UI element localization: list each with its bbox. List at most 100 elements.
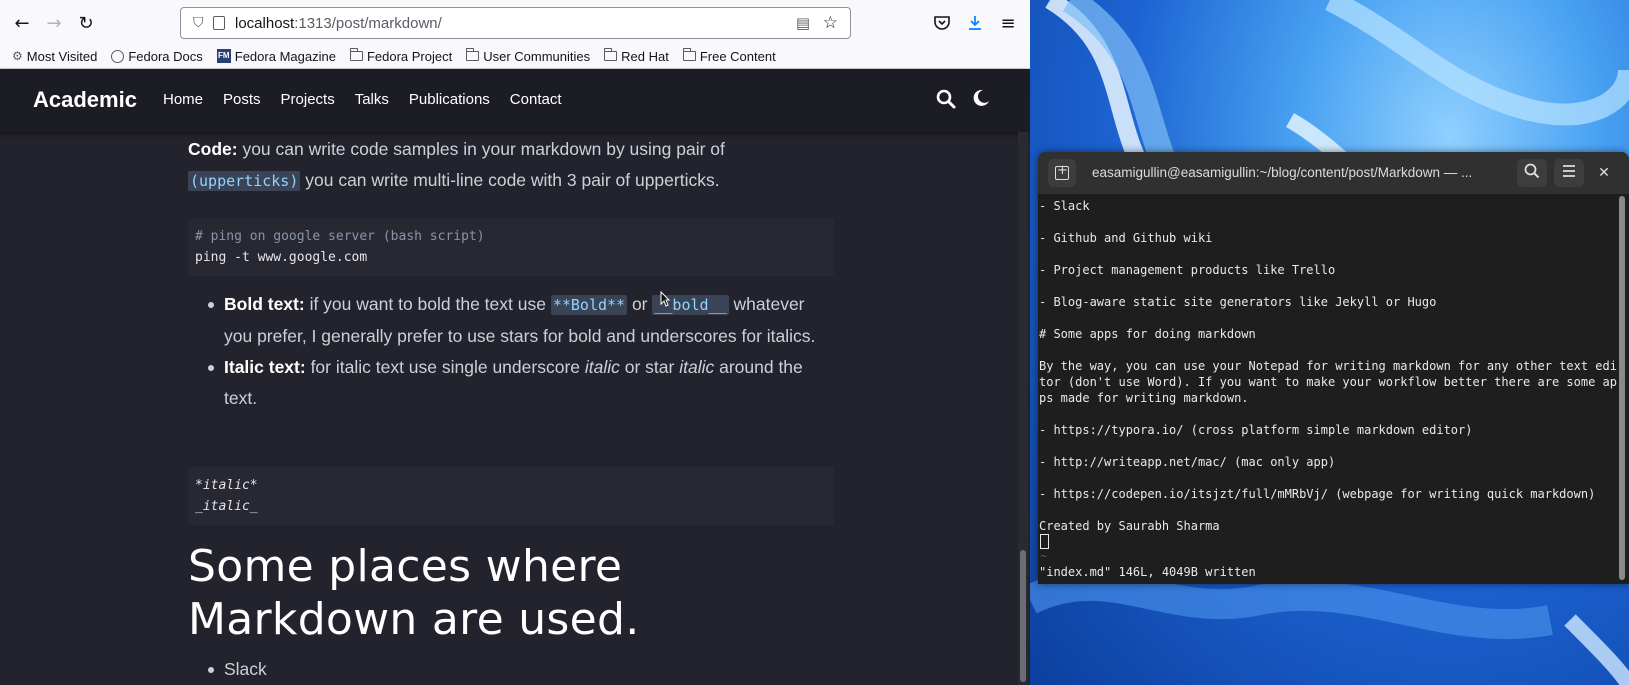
terminal-line: ps made for writing markdown. bbox=[1039, 391, 1249, 405]
download-icon[interactable] bbox=[961, 9, 989, 37]
terminal-line: - Blog-aware static site generators like… bbox=[1039, 295, 1437, 309]
nav-home[interactable]: Home bbox=[163, 91, 203, 108]
code-comment: # ping on google server (bash script) bbox=[195, 229, 485, 244]
bookmark-label: Red Hat bbox=[621, 48, 669, 64]
terminal-search-button[interactable] bbox=[1517, 159, 1547, 187]
terminal-body[interactable]: - Slack - Github and Github wiki - Proje… bbox=[1038, 194, 1618, 584]
hamburger-menu-icon bbox=[1561, 164, 1577, 183]
globe-icon bbox=[111, 49, 125, 63]
reload-icon[interactable]: ↻ bbox=[72, 9, 100, 37]
shield-icon[interactable]: ⛉ bbox=[193, 15, 204, 31]
terminal-scrollbar[interactable] bbox=[1619, 196, 1626, 581]
code-line: ping -t www.google.com bbox=[195, 250, 368, 265]
url-path: :1313/post/markdown/ bbox=[294, 15, 442, 32]
terminal-line: # Some apps for doing markdown bbox=[1039, 327, 1256, 341]
bookmark-label: Most Visited bbox=[26, 48, 98, 64]
folder-icon bbox=[682, 48, 696, 61]
bookmark-label: Fedora Magazine bbox=[234, 48, 336, 64]
inline-code: (upperticks) bbox=[188, 171, 301, 191]
terminal-line: Created by Saurabh Sharma bbox=[1039, 519, 1220, 533]
italic-label: Italic text: bbox=[224, 357, 306, 377]
bookmark-fedora-project[interactable]: Fedora Project bbox=[349, 48, 453, 64]
folder-icon bbox=[604, 48, 618, 61]
vim-tilde: ~ bbox=[1040, 549, 1048, 563]
url-host: localhost bbox=[235, 15, 295, 32]
nav-publications[interactable]: Publications bbox=[409, 91, 490, 108]
terminal-title: easamigullin@easamigullin:~/blog/content… bbox=[1092, 165, 1473, 180]
bookmark-label: Fedora Project bbox=[366, 48, 453, 64]
terminal-headerbar: easamigullin@easamigullin:~/blog/content… bbox=[1038, 152, 1629, 194]
bookmark-red-hat[interactable]: Red Hat bbox=[604, 48, 669, 64]
formatting-list: Bold text: if you want to bold the text … bbox=[188, 289, 834, 414]
gear-icon: ⚙ bbox=[12, 49, 23, 63]
terminal-line: tor (don't use Word). If you want to mak… bbox=[1039, 375, 1617, 389]
bold-text: if you want to bold the text use bbox=[304, 294, 551, 314]
new-tab-icon[interactable] bbox=[1048, 159, 1076, 187]
bookmark-fedora-magazine[interactable]: FM Fedora Magazine bbox=[216, 48, 336, 64]
page-scrollbar-thumb[interactable] bbox=[1020, 550, 1026, 682]
bookmark-label: Free Content bbox=[699, 48, 776, 64]
list-item: Italic text: for italic text use single … bbox=[188, 352, 834, 414]
folder-icon bbox=[466, 48, 480, 61]
mouse-cursor bbox=[660, 290, 671, 307]
vim-status-line: "index.md" 146L, 4049B written bbox=[1039, 565, 1256, 579]
terminal-line: - Project management products like Trell… bbox=[1039, 263, 1336, 277]
terminal-line: - https://typora.io/ (cross platform sim… bbox=[1039, 423, 1473, 437]
folder-icon bbox=[349, 48, 363, 61]
pocket-icon[interactable] bbox=[928, 9, 956, 37]
terminal-line: - https://codepen.io/itsjzt/full/mMRbVj/… bbox=[1039, 487, 1596, 501]
site-navbar: Academic Home Posts Projects Talks Publi… bbox=[0, 69, 1030, 132]
terminal-scrollbar-thumb[interactable] bbox=[1619, 196, 1625, 580]
reader-view-icon[interactable]: ▤ bbox=[796, 14, 810, 32]
back-arrow-icon[interactable]: ← bbox=[8, 9, 36, 37]
nav-projects[interactable]: Projects bbox=[281, 91, 335, 108]
close-icon[interactable]: ✕ bbox=[1594, 163, 1614, 183]
bold-label: Bold text: bbox=[224, 294, 305, 314]
italic-text: or star bbox=[619, 357, 680, 377]
hamburger-menu-icon[interactable]: ≡ bbox=[994, 9, 1022, 37]
browser-toolbar: ← → ↻ ⛉ localhost:1313/post/markdown/ ▤ … bbox=[0, 0, 1030, 69]
page-scrollbar[interactable] bbox=[1018, 132, 1028, 685]
bookmark-user-communities[interactable]: User Communities bbox=[466, 48, 591, 64]
site-nav-links: Home Posts Projects Talks Publications C… bbox=[163, 91, 562, 108]
places-list: Slack bbox=[188, 654, 834, 685]
italic-word: italic bbox=[584, 357, 620, 377]
bookmark-label: User Communities bbox=[483, 48, 591, 64]
fedora-magazine-icon: FM bbox=[216, 49, 231, 63]
terminal-cursor bbox=[1040, 534, 1049, 549]
code-text-2: you can write multi-line code with 3 pai… bbox=[300, 170, 720, 190]
terminal-line: - Slack bbox=[1039, 199, 1090, 213]
section-heading: Some places where Markdown are used. bbox=[188, 541, 640, 645]
terminal-menu-button[interactable] bbox=[1554, 159, 1584, 187]
url-text[interactable]: localhost:1313/post/markdown/ bbox=[235, 15, 442, 32]
bold-or: or bbox=[627, 294, 653, 314]
code-line: *italic* bbox=[195, 478, 258, 493]
search-icon[interactable] bbox=[936, 89, 956, 109]
code-text-1: you can write code samples in your markd… bbox=[237, 139, 725, 159]
code-block: *italic* _italic_ bbox=[188, 467, 834, 525]
forward-arrow-icon[interactable]: → bbox=[40, 9, 68, 37]
nav-posts[interactable]: Posts bbox=[223, 91, 261, 108]
moon-icon[interactable] bbox=[972, 89, 990, 107]
bookmark-star-icon[interactable]: ☆ bbox=[823, 13, 838, 33]
bookmark-most-visited[interactable]: ⚙ Most Visited bbox=[12, 49, 97, 64]
site-brand[interactable]: Academic bbox=[33, 87, 137, 113]
bookmark-label: Fedora Docs bbox=[128, 48, 203, 64]
bookmark-free-content[interactable]: Free Content bbox=[682, 48, 776, 64]
code-block: # ping on google server (bash script) pi… bbox=[188, 218, 834, 276]
nav-talks[interactable]: Talks bbox=[355, 91, 389, 108]
list-item: Slack bbox=[188, 654, 834, 685]
code-label: Code: bbox=[188, 139, 238, 159]
bookmarks-toolbar: ⚙ Most Visited Fedora Docs FM Fedora Magaz… bbox=[0, 44, 776, 68]
bookmark-fedora-docs[interactable]: Fedora Docs bbox=[111, 48, 203, 64]
page-icon bbox=[213, 16, 225, 30]
nav-contact[interactable]: Contact bbox=[510, 91, 562, 108]
italic-word: italic bbox=[679, 357, 715, 377]
url-bar[interactable]: ⛉ localhost:1313/post/markdown/ ▤ ☆ bbox=[180, 7, 851, 39]
code-line: _italic_ bbox=[195, 499, 258, 514]
terminal-line: - http://writeapp.net/mac/ (mac only app… bbox=[1039, 455, 1336, 469]
code-paragraph: Code: you can write code samples in your… bbox=[188, 134, 834, 197]
list-item: Bold text: if you want to bold the text … bbox=[188, 289, 834, 352]
terminal-window: easamigullin@easamigullin:~/blog/content… bbox=[1038, 152, 1629, 584]
italic-text: for italic text use single underscore bbox=[305, 357, 585, 377]
